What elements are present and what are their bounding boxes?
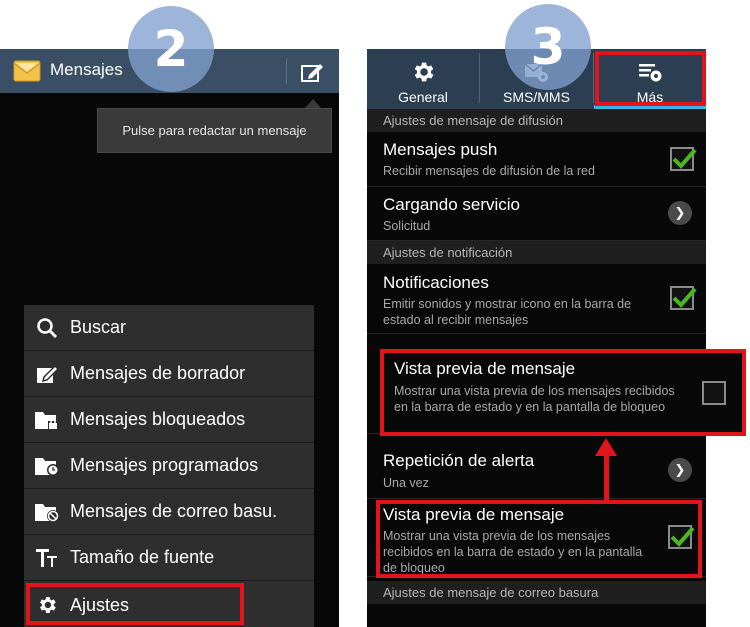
callout-title: Vista previa de mensaje [394, 359, 576, 378]
setting-notificaciones[interactable]: Notificaciones Emitir sonidos y mostrar … [367, 264, 706, 334]
setting-title: Cargando servicio [383, 195, 521, 214]
menu-item-borrador[interactable]: Mensajes de borrador [24, 351, 314, 397]
tab-label: SMS/MMS [503, 89, 570, 105]
menu-item-programados[interactable]: Mensajes programados [24, 443, 314, 489]
options-menu: Buscar Mensajes de borrador Mensajes blo… [24, 305, 314, 627]
chevron-right-icon: ❯ [668, 458, 692, 482]
setting-subtitle: Emitir sonidos y mostrar icono en la bar… [383, 297, 632, 327]
checkbox-checked[interactable] [670, 286, 697, 310]
checkbox-unchecked[interactable] [702, 381, 726, 405]
setting-repeticion-alerta[interactable]: Repetición de alerta Una vez ❯ [367, 444, 706, 499]
checkbox-checked[interactable] [670, 147, 697, 171]
messages-screen: Mensajes Pulse para redactar un mensaje … [0, 49, 339, 627]
gear-icon [414, 62, 434, 82]
menu-item-tamano-fuente[interactable]: Tamaño de fuente [24, 535, 314, 581]
app-title: Mensajes [50, 60, 123, 79]
setting-subtitle: Solicitud [383, 219, 431, 233]
menu-item-label: Buscar [70, 317, 127, 337]
menu-item-bloqueados[interactable]: Mensajes bloqueados [24, 397, 314, 443]
setting-subtitle: Una vez [383, 476, 429, 490]
ajustes-highlight-box [26, 583, 244, 625]
setting-next-row[interactable] [367, 604, 706, 627]
setting-subtitle: Recibir mensajes de difusión de la red [383, 164, 595, 178]
setting-title: Mensajes push [383, 140, 498, 159]
mas-tab-highlight-box [595, 51, 706, 106]
menu-item-label: Mensajes programados [70, 455, 259, 475]
setting-title: Repetición de alerta [383, 451, 535, 470]
checkmark-icon [672, 287, 697, 308]
vista-previa-highlight-box [376, 500, 702, 578]
setting-mensajes-push[interactable]: Mensajes push Recibir mensajes de difusi… [367, 132, 706, 187]
draft-icon [24, 351, 70, 397]
compose-icon[interactable] [298, 59, 326, 85]
compose-tooltip: Pulse para redactar un mensaje [97, 108, 332, 153]
checkmark-icon [672, 148, 697, 169]
setting-cargando-servicio[interactable]: Cargando servicio Solicitud ❯ [367, 187, 706, 241]
font-size-icon [24, 535, 70, 581]
arrow-shaft [604, 454, 609, 500]
section-header-correo-basura: Ajustes de mensaje de correo basura [367, 581, 706, 604]
action-bar-divider [286, 58, 287, 84]
step-badge-3: 3 [505, 4, 591, 90]
menu-item-label: Mensajes bloqueados [70, 409, 246, 429]
spam-folder-icon [24, 489, 70, 535]
menu-item-label: Mensajes de correo basu. [70, 501, 278, 521]
search-icon [24, 305, 70, 351]
menu-item-buscar[interactable]: Buscar [24, 305, 314, 351]
menu-item-label: Tamaño de fuente [70, 547, 215, 567]
envelope-icon [13, 60, 41, 82]
tab-general[interactable]: General [367, 49, 479, 109]
vista-previa-callout[interactable]: Vista previa de mensaje Mostrar una vist… [380, 349, 746, 436]
setting-title: Notificaciones [383, 273, 489, 292]
menu-item-label: Mensajes de borrador [70, 363, 246, 383]
scheduled-folder-icon [24, 443, 70, 489]
tab-label: General [398, 89, 448, 105]
chevron-right-icon: ❯ [668, 201, 692, 225]
step-badge-2: 2 [128, 6, 214, 92]
tooltip-arrow [305, 99, 321, 108]
menu-item-correo-basura[interactable]: Mensajes de correo basu. [24, 489, 314, 535]
section-header-difusion: Ajustes de mensaje de difusión [367, 109, 706, 132]
locked-folder-icon [24, 397, 70, 443]
callout-subtitle: Mostrar una vista previa de los mensajes… [394, 384, 675, 414]
section-header-notificacion: Ajustes de notificación [367, 241, 706, 264]
arrow-up-icon [595, 438, 617, 456]
